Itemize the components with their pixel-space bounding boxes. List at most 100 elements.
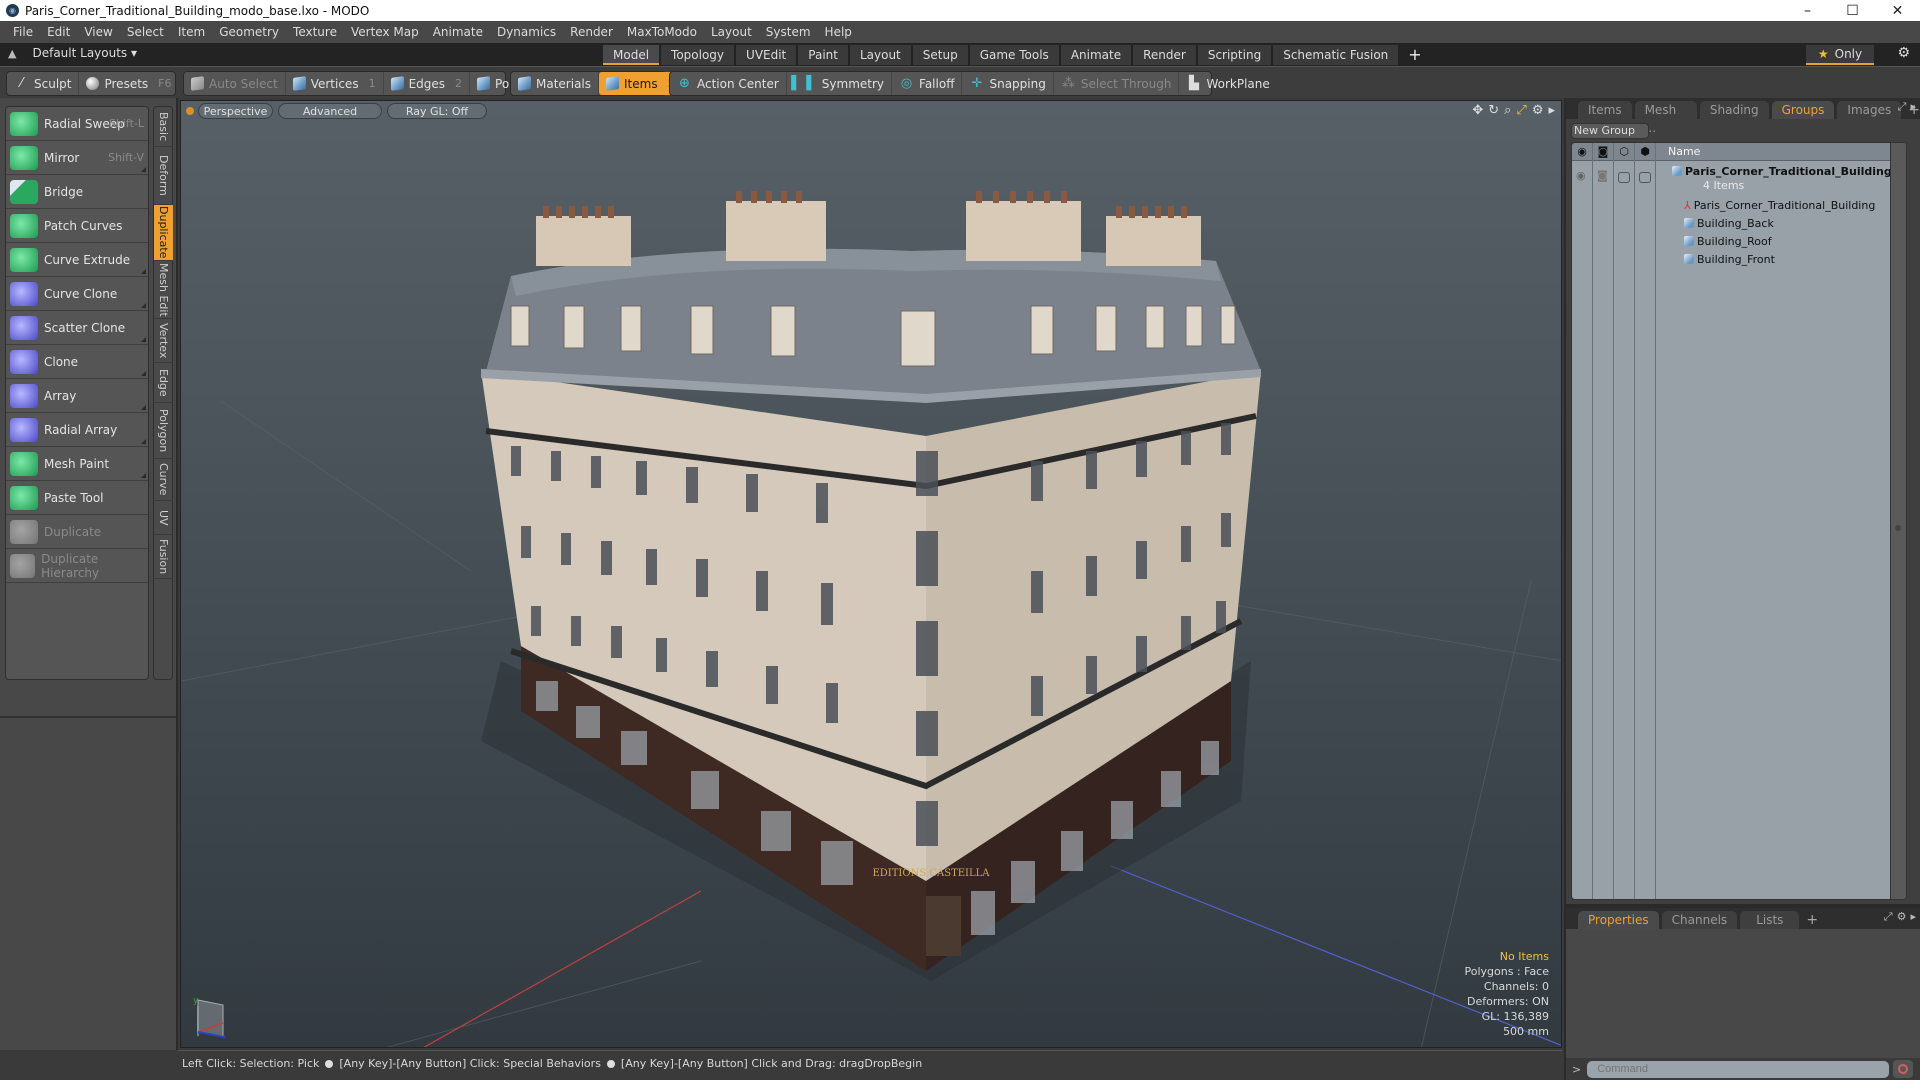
render-camera-icon[interactable]: ◙ — [1593, 145, 1613, 158]
tool-paste-tool[interactable]: Paste Tool — [6, 481, 148, 515]
tab-groups[interactable]: Groups — [1771, 101, 1835, 119]
pan-icon[interactable]: ✥ — [1472, 103, 1483, 118]
tool-duplicate-hierarchy[interactable]: Duplicate Hierarchy — [6, 549, 148, 583]
menu-animate[interactable]: Animate — [426, 25, 490, 39]
tab-scripting[interactable]: Scripting — [1197, 45, 1272, 65]
zoom-icon[interactable]: ⌕ — [1504, 103, 1511, 118]
rotate-icon[interactable]: ↻ — [1488, 103, 1499, 118]
group-list-scrollbar[interactable] — [1890, 143, 1906, 899]
3d-viewport[interactable]: EDITIONS CASTEILLA y Perspective Advance… — [180, 100, 1562, 1048]
raygl-dropdown[interactable]: Ray GL: Off — [387, 103, 487, 119]
tool-patch-curves[interactable]: Patch Curves — [6, 209, 148, 243]
tab-channels[interactable]: Channels — [1661, 911, 1738, 929]
command-input[interactable] — [1587, 1060, 1890, 1078]
row-select-toggle[interactable] — [1639, 172, 1651, 183]
snapping-button[interactable]: ✛ Snapping — [962, 72, 1054, 95]
default-layouts-dropdown[interactable]: ▲ Default Layouts ▾ — [8, 46, 137, 60]
shading-dropdown[interactable]: Advanced — [278, 103, 382, 119]
new-group-button[interactable]: New Group — [1571, 123, 1649, 139]
tab-shading[interactable]: Shading — [1699, 101, 1769, 119]
row-lock-toggle[interactable] — [1618, 172, 1630, 183]
list-item[interactable]: Building_Front — [1572, 251, 1906, 269]
vtab-polygon[interactable]: Polygon — [154, 403, 173, 459]
row-render-icon[interactable]: ◙ — [1597, 169, 1608, 182]
vtab-duplicate[interactable]: Duplicate — [154, 205, 173, 261]
visibility-eye-icon[interactable]: ◉ — [1572, 145, 1592, 158]
menu-edit[interactable]: Edit — [40, 25, 77, 39]
tab-uvedit[interactable]: UVEdit — [736, 45, 797, 65]
tool-radial-array[interactable]: Radial Array — [6, 413, 148, 447]
vtab-uv[interactable]: UV — [154, 501, 173, 535]
action-center-button[interactable]: ⊕ Action Center — [670, 72, 787, 95]
list-item[interactable]: Building_Roof — [1572, 233, 1906, 251]
tool-mesh-paint[interactable]: Mesh Paint — [6, 447, 148, 481]
group-row[interactable]: ◉ ◙ Paris_Corner_Traditional_Building ..… — [1572, 163, 1906, 195]
menu-vertex-map[interactable]: Vertex Map — [344, 25, 426, 39]
tab-topology[interactable]: Topology — [661, 45, 735, 65]
view-mode-dropdown[interactable]: Perspective — [198, 103, 273, 119]
tool-array[interactable]: Array — [6, 379, 148, 413]
lock-mesh-icon[interactable]: ⬡ — [1614, 145, 1634, 158]
symmetry-button[interactable]: ▌▐ Symmetry — [787, 72, 893, 95]
menu-dynamics[interactable]: Dynamics — [490, 25, 563, 39]
tab-setup[interactable]: Setup — [912, 45, 968, 65]
vtab-edge[interactable]: Edge — [154, 363, 173, 403]
materials-button[interactable]: Materials — [511, 72, 600, 95]
menu-maxtomodo[interactable]: MaxToModo — [620, 25, 704, 39]
menu-select[interactable]: Select — [120, 25, 171, 39]
tab-render[interactable]: Render — [1133, 45, 1196, 65]
tool-bridge[interactable]: Bridge — [6, 175, 148, 209]
select-through-button[interactable]: ⁂ Select Through — [1054, 72, 1180, 95]
tool-curve-extrude[interactable]: Curve Extrude — [6, 243, 148, 277]
gear-icon[interactable]: ⚙ — [1897, 45, 1910, 61]
tab-animate[interactable]: Animate — [1060, 45, 1132, 65]
menu-texture[interactable]: Texture — [286, 25, 344, 39]
tab-properties[interactable]: Properties — [1578, 911, 1659, 929]
maximize-button[interactable]: ☐ — [1830, 0, 1875, 21]
layout-arrow-icon[interactable]: ▲ — [8, 47, 16, 60]
add-layout-tab-button[interactable]: + — [1408, 45, 1421, 65]
viewport-status-dot[interactable] — [186, 107, 194, 115]
tool-radial-sweep[interactable]: Radial Sweep Shift-L — [6, 107, 148, 141]
menu-layout[interactable]: Layout — [704, 25, 759, 39]
maximize-viewport-icon[interactable]: ⤢ — [1516, 103, 1526, 118]
vtab-curve[interactable]: Curve — [154, 459, 173, 501]
tool-clone[interactable]: Clone — [6, 345, 148, 379]
expand-panel-icon[interactable]: ⤢ — [1898, 100, 1907, 114]
edges-button[interactable]: Edges 2 — [384, 72, 471, 95]
tab-paint[interactable]: Paint — [798, 45, 848, 65]
sculpt-button[interactable]: ⁄ Sculpt — [7, 72, 80, 95]
row-visibility-eye-icon[interactable]: ◉ — [1576, 169, 1586, 182]
close-button[interactable]: ✕ — [1875, 0, 1920, 21]
list-item[interactable]: ⅄ Paris_Corner_Traditional_Building — [1572, 197, 1906, 215]
vtab-deform[interactable]: Deform — [154, 147, 173, 205]
viewport-more-icon[interactable]: ▸ — [1548, 103, 1555, 118]
menu-geometry[interactable]: Geometry — [212, 25, 286, 39]
tool-mirror[interactable]: Mirror Shift-V — [6, 141, 148, 175]
add-bottom-tab-button[interactable]: + — [1806, 911, 1818, 929]
tab-model[interactable]: Model — [603, 45, 660, 65]
menu-help[interactable]: Help — [818, 25, 859, 39]
menu-system[interactable]: System — [759, 25, 818, 39]
menu-view[interactable]: View — [77, 25, 119, 39]
workplane-button[interactable]: ▙ WorkPlane — [1179, 72, 1276, 95]
record-macro-button[interactable] — [1893, 1060, 1914, 1078]
vtab-basic[interactable]: Basic — [154, 107, 173, 147]
menu-item[interactable]: Item — [171, 25, 212, 39]
expand-properties-icon[interactable]: ⤢ — [1884, 910, 1893, 924]
menu-render[interactable]: Render — [563, 25, 620, 39]
properties-more-icon[interactable]: ▸ — [1910, 910, 1916, 924]
vtab-mesh-edit[interactable]: Mesh Edit — [154, 261, 173, 319]
tool-curve-clone[interactable]: Curve Clone — [6, 277, 148, 311]
auto-select-button[interactable]: Auto Select — [184, 72, 286, 95]
only-toggle[interactable]: ★ Only — [1806, 45, 1874, 65]
properties-settings-icon[interactable]: ⚙ — [1897, 910, 1907, 924]
viewport-settings-icon[interactable]: ⚙ — [1532, 103, 1544, 118]
column-name[interactable]: Name — [1668, 145, 1700, 158]
minimize-button[interactable]: – — [1785, 0, 1830, 21]
vertices-button[interactable]: Vertices 1 — [286, 72, 384, 95]
tool-scatter-clone[interactable]: Scatter Clone — [6, 311, 148, 345]
presets-button[interactable]: Presets F6 — [79, 72, 178, 95]
select-mesh-icon[interactable]: ⬢ — [1635, 145, 1655, 158]
vtab-vertex[interactable]: Vertex — [154, 319, 173, 363]
